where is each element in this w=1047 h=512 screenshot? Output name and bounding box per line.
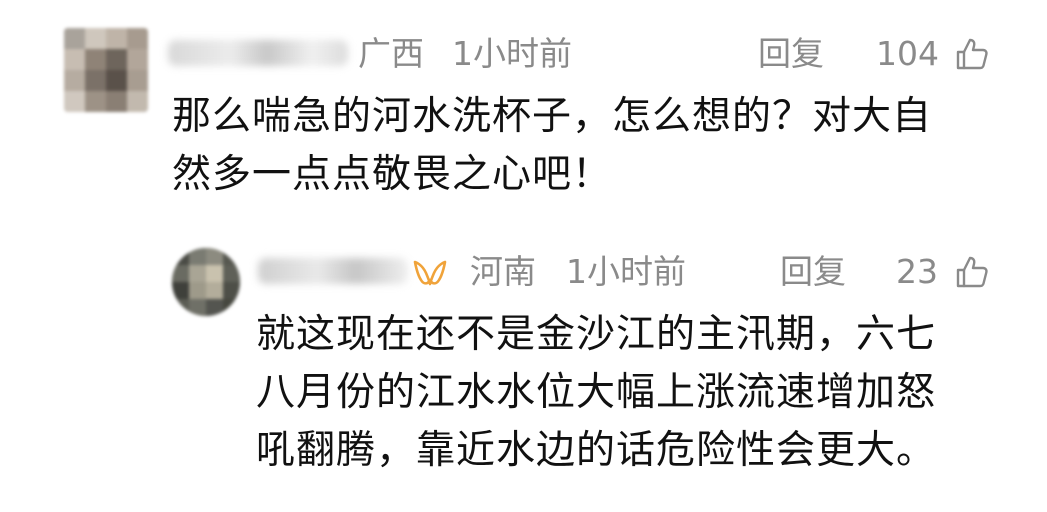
reply-button[interactable]: 回复 bbox=[780, 252, 846, 292]
thumbs-up-icon[interactable] bbox=[954, 36, 990, 72]
comment-text-line: 然多一点点敬畏之心吧！ bbox=[172, 152, 613, 197]
username-blurred[interactable] bbox=[258, 258, 408, 284]
comment-text-line: 八月份的江水水位大幅上涨流速增加怒 bbox=[256, 370, 937, 415]
comment-text: 就这现在还不是金沙江的主汛期，六七 八月份的江水水位大幅上涨流速增加怒 吼翻腾，… bbox=[256, 306, 936, 480]
comment-text-line: 就这现在还不是金沙江的主汛期，六七 bbox=[256, 312, 937, 357]
comment-text: 那么喘急的河水洗杯子，怎么想的？对大自 然多一点点敬畏之心吧！ bbox=[172, 88, 932, 204]
avatar[interactable] bbox=[64, 28, 148, 112]
like-count[interactable]: 23 bbox=[896, 252, 938, 292]
username-blurred[interactable] bbox=[168, 40, 348, 66]
location-label: 广西 bbox=[358, 34, 424, 73]
avatar[interactable] bbox=[172, 248, 240, 316]
reply-button[interactable]: 回复 bbox=[758, 34, 824, 74]
location-label: 河南 bbox=[470, 252, 536, 291]
vip-badge-icon bbox=[413, 260, 447, 286]
like-count[interactable]: 104 bbox=[876, 34, 939, 74]
thumbs-up-icon[interactable] bbox=[954, 254, 990, 290]
timestamp: 1小时前 bbox=[566, 252, 686, 291]
comment-text-line: 那么喘急的河水洗杯子，怎么想的？对大自 bbox=[172, 94, 933, 139]
comment-text-line: 吼翻腾，靠近水边的话危险性会更大。 bbox=[256, 428, 937, 473]
timestamp: 1小时前 bbox=[452, 34, 572, 73]
